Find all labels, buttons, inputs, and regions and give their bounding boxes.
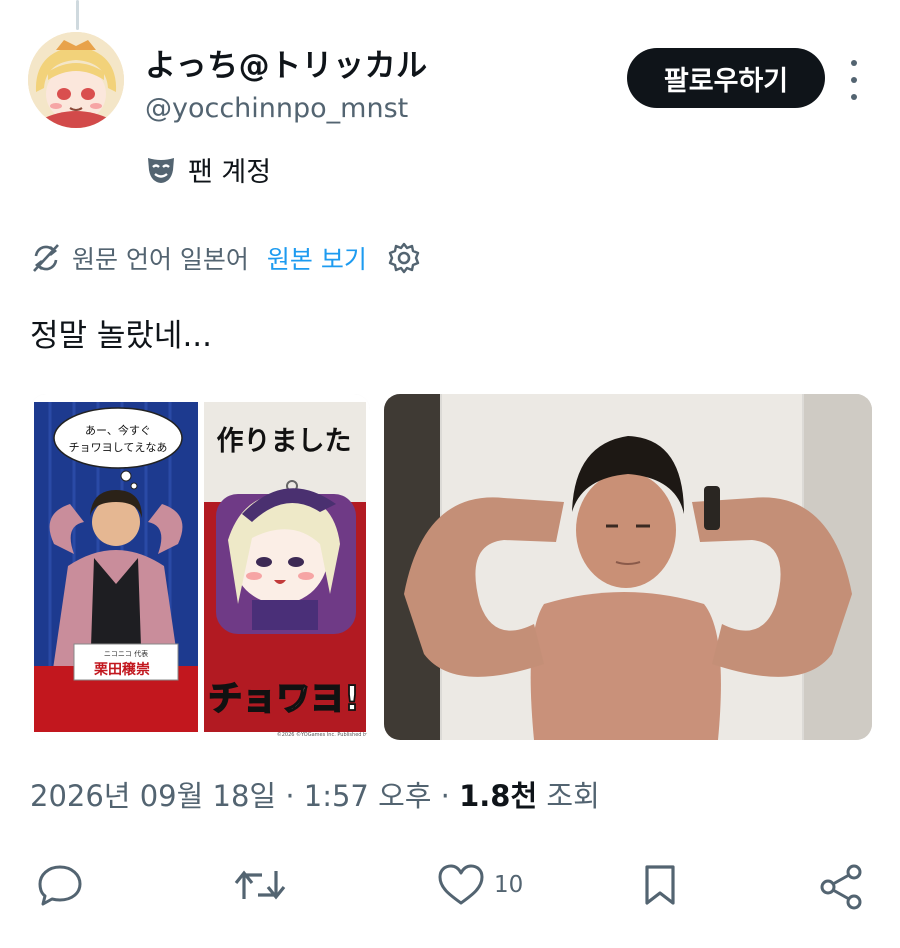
translation-row: 원문 언어 일본어 원본 보기 bbox=[30, 238, 421, 278]
tweet-text: 정말 놀랐네... bbox=[30, 318, 213, 354]
avatar[interactable] bbox=[28, 32, 124, 128]
name-plate-title: ニコニコ 代表 bbox=[104, 649, 148, 658]
action-bar: 10 bbox=[0, 855, 900, 915]
meta-separator: · bbox=[440, 779, 450, 813]
repost-button[interactable] bbox=[232, 863, 288, 907]
source-language-text: 원문 언어 일본어 bbox=[72, 245, 249, 274]
media-image-left[interactable]: あー、今すぐ チョワヨしてえなあ ニコニコ 代表 栗田穣崇 作りました チョワヨ… bbox=[30, 394, 370, 740]
gear-icon[interactable] bbox=[387, 241, 421, 275]
headline-text: 作りました bbox=[217, 426, 352, 457]
speech-line-2: チョワヨしてえなあ bbox=[69, 441, 168, 454]
like-button[interactable]: 10 bbox=[436, 863, 523, 907]
like-count: 10 bbox=[494, 872, 524, 898]
copyright-text: ©2026 ©YOGames Inc. Published by BLBF bbox=[277, 731, 370, 738]
fan-account-label: 팬 계정 bbox=[188, 157, 272, 188]
avatar-illustration bbox=[28, 32, 124, 128]
views-count[interactable]: 1.8천 bbox=[459, 779, 537, 813]
media-grid: あー、今すぐ チョワヨしてえなあ ニコニコ 代表 栗田穣崇 作りました チョワヨ… bbox=[30, 394, 872, 740]
mask-icon bbox=[148, 157, 174, 183]
display-name[interactable]: よっち@トリッカル bbox=[145, 40, 428, 85]
meta-separator: · bbox=[285, 779, 295, 813]
heart-icon bbox=[438, 864, 484, 905]
name-plate-name: 栗田穣崇 bbox=[94, 661, 150, 678]
reply-icon bbox=[38, 865, 82, 906]
tweet-date[interactable]: 2026년 09월 18일 bbox=[30, 779, 276, 813]
chowayo-text: チョワヨ! bbox=[208, 679, 360, 719]
tweet-meta: 2026년 09월 18일 · 1:57 오후 · 1.8천 조회 bbox=[30, 773, 600, 815]
repost-icon bbox=[234, 870, 286, 900]
speech-line-1: あー、今すぐ bbox=[85, 423, 151, 437]
reply-button[interactable] bbox=[36, 863, 84, 907]
photo-image bbox=[384, 394, 872, 740]
more-options-icon[interactable] bbox=[840, 60, 868, 100]
user-handle[interactable]: @yocchinnpo_mnst bbox=[145, 93, 408, 124]
share-icon bbox=[820, 864, 862, 910]
bookmark-button[interactable] bbox=[640, 863, 680, 907]
fan-account-badge: 팬 계정 bbox=[146, 150, 271, 189]
views-label: 조회 bbox=[546, 779, 600, 813]
translate-off-icon bbox=[33, 244, 59, 272]
follow-button[interactable]: 팔로우하기 bbox=[627, 48, 825, 108]
thread-connector-line bbox=[76, 0, 79, 30]
show-original-link[interactable]: 원본 보기 bbox=[267, 240, 367, 276]
tweet-time[interactable]: 1:57 오후 bbox=[304, 779, 432, 813]
media-image-right[interactable] bbox=[384, 394, 872, 740]
share-button[interactable] bbox=[818, 863, 866, 911]
bookmark-icon bbox=[645, 865, 675, 905]
promo-comic-image: あー、今すぐ チョワヨしてえなあ ニコニコ 代表 栗田穣崇 作りました チョワヨ… bbox=[30, 394, 370, 740]
